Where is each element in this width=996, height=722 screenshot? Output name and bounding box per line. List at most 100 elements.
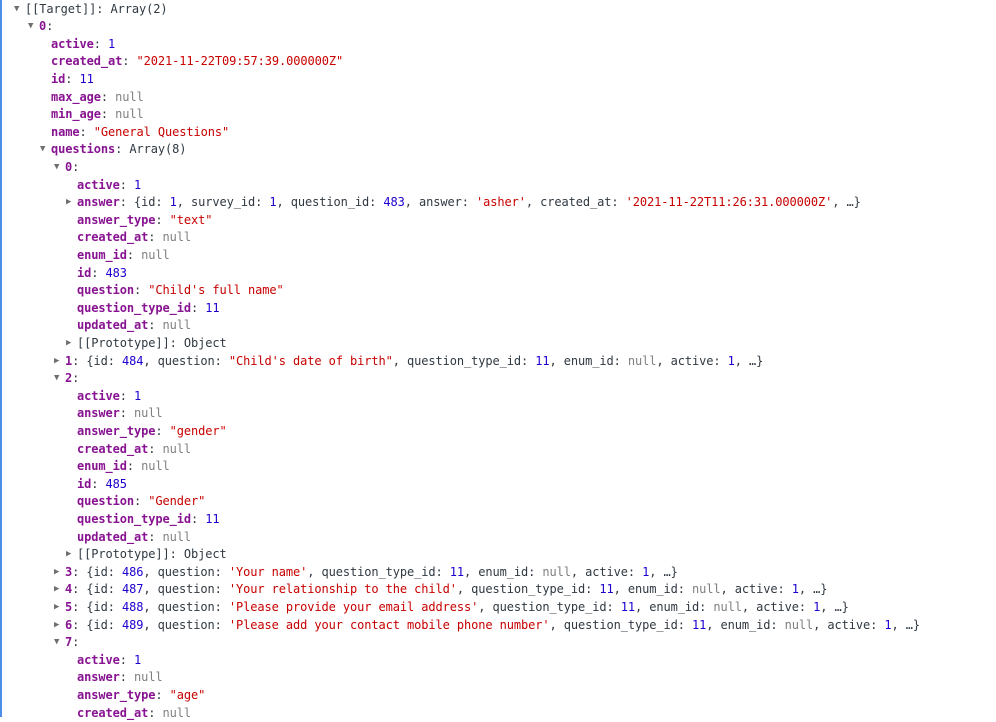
expand-triangle-down-icon[interactable]: ▼ <box>40 141 51 159</box>
property-row: name: "General Questions" <box>40 124 229 142</box>
value-text: Array(2) <box>111 2 168 16</box>
property-row: created_at: null <box>66 229 191 247</box>
value-text: Object <box>184 547 227 561</box>
value-text: , question: <box>143 618 229 632</box>
collapse-triangle-right-icon[interactable]: ▶ <box>54 581 65 599</box>
value-text: , answer: <box>405 195 476 209</box>
value-text: , enum_id: <box>614 582 692 596</box>
string-value: '2021-11-22T11:26:31.000000Z' <box>626 195 833 209</box>
key-separator: : <box>191 512 205 526</box>
expand-triangle-down-icon[interactable]: ▼ <box>28 18 39 36</box>
expandable-property-row[interactable]: ▶[[Prototype]]: Object <box>66 335 227 353</box>
value-text: , question_type_id: <box>549 618 692 632</box>
key-separator: : <box>65 72 79 86</box>
expandable-property-row[interactable]: ▼[[Target]]: Array(2) <box>14 1 168 19</box>
property-key: active <box>77 389 120 403</box>
number-value: 11 <box>205 301 219 315</box>
number-value: 483 <box>383 195 404 209</box>
key-separator: : <box>101 90 115 104</box>
number-value: 1 <box>269 195 276 209</box>
key-separator: : <box>96 2 110 16</box>
property-row: question: "Gender" <box>66 493 205 511</box>
key-separator: : <box>120 178 134 192</box>
key-separator: : <box>120 389 134 403</box>
null-value: null <box>163 230 192 244</box>
expandable-property-row[interactable]: ▶3: {id: 486, question: 'Your name', que… <box>54 564 678 582</box>
expandable-property-row[interactable]: ▶answer: {id: 1, survey_id: 1, question_… <box>66 194 861 212</box>
number-value: 489 <box>122 618 143 632</box>
null-value: null <box>163 530 192 544</box>
expandable-property-row[interactable]: ▶1: {id: 484, question: "Child's date of… <box>54 353 763 371</box>
null-value: null <box>141 248 170 262</box>
property-row: answer_type: "text" <box>66 212 212 230</box>
value-text: , enum_id: <box>464 565 542 579</box>
expandable-property-row[interactable]: ▶4: {id: 487, question: 'Your relationsh… <box>54 581 827 599</box>
expandable-property-row[interactable]: ▼questions: Array(8) <box>40 141 186 159</box>
property-key: created_at <box>77 230 148 244</box>
collapse-triangle-right-icon[interactable]: ▶ <box>66 335 77 353</box>
expandable-property-row[interactable]: ▼0: <box>54 159 79 177</box>
expandable-property-row[interactable]: ▶6: {id: 489, question: 'Please add your… <box>54 617 920 635</box>
property-key: id <box>77 266 91 280</box>
expandable-property-row[interactable]: ▶[[Prototype]]: Object <box>66 546 227 564</box>
property-key: answer_type <box>77 424 155 438</box>
string-value: 'Your relationship to the child' <box>229 582 457 596</box>
number-value: 11 <box>621 600 635 614</box>
expand-triangle-down-icon[interactable]: ▼ <box>54 634 65 652</box>
collapse-triangle-right-icon[interactable]: ▶ <box>54 564 65 582</box>
collapse-triangle-right-icon[interactable]: ▶ <box>54 353 65 371</box>
property-key: active <box>77 178 120 192</box>
expandable-property-row[interactable]: ▼2: <box>54 370 79 388</box>
key-separator: : <box>46 19 53 33</box>
null-value: null <box>115 107 144 121</box>
property-key: [[Prototype]] <box>77 336 170 350</box>
value-text: , active: <box>742 600 813 614</box>
key-separator: : <box>72 618 86 632</box>
property-key: created_at <box>77 442 148 456</box>
property-key: answer <box>77 195 120 209</box>
number-value: 11 <box>535 354 549 368</box>
value-text: , question: <box>143 565 229 579</box>
number-value: 11 <box>599 582 613 596</box>
expand-triangle-down-icon[interactable]: ▼ <box>54 370 65 388</box>
key-separator: : <box>134 494 148 508</box>
value-text: , created_at: <box>526 195 626 209</box>
value-text: , question: <box>143 600 229 614</box>
expandable-property-row[interactable]: ▼7: <box>54 634 79 652</box>
property-key: active <box>77 653 120 667</box>
value-text: , enum_id: <box>706 618 784 632</box>
value-text: , …} <box>891 618 920 632</box>
key-separator: : <box>72 371 79 385</box>
expandable-property-row[interactable]: ▶5: {id: 488, question: 'Please provide … <box>54 599 849 617</box>
string-value: "General Questions" <box>94 125 229 139</box>
null-value: null <box>542 565 571 579</box>
value-text: , enum_id: <box>550 354 628 368</box>
value-text: Object <box>184 336 227 350</box>
key-separator: : <box>94 37 108 51</box>
expandable-property-row[interactable]: ▼0: <box>28 18 53 36</box>
key-separator: : <box>127 248 141 262</box>
expand-triangle-down-icon[interactable]: ▼ <box>14 1 25 19</box>
property-row: active: 1 <box>66 388 141 406</box>
value-text: , active: <box>721 582 792 596</box>
property-row: answer_type: "gender" <box>66 423 227 441</box>
key-separator: : <box>101 107 115 121</box>
key-separator: : <box>120 406 134 420</box>
key-separator: : <box>148 442 162 456</box>
null-value: null <box>785 618 814 632</box>
expand-triangle-down-icon[interactable]: ▼ <box>54 159 65 177</box>
collapse-triangle-right-icon[interactable]: ▶ <box>66 194 77 212</box>
key-separator: : <box>191 301 205 315</box>
value-text: {id: <box>86 565 122 579</box>
key-separator: : <box>148 530 162 544</box>
number-value: 1 <box>170 195 177 209</box>
property-row: created_at: null <box>66 705 191 722</box>
key-separator: : <box>72 160 79 174</box>
number-value: 1 <box>728 354 735 368</box>
collapse-triangle-right-icon[interactable]: ▶ <box>54 617 65 635</box>
property-key: max_age <box>51 90 101 104</box>
collapse-triangle-right-icon[interactable]: ▶ <box>54 599 65 617</box>
collapse-triangle-right-icon[interactable]: ▶ <box>66 546 77 564</box>
key-separator: : <box>170 547 184 561</box>
property-row: min_age: null <box>40 106 144 124</box>
